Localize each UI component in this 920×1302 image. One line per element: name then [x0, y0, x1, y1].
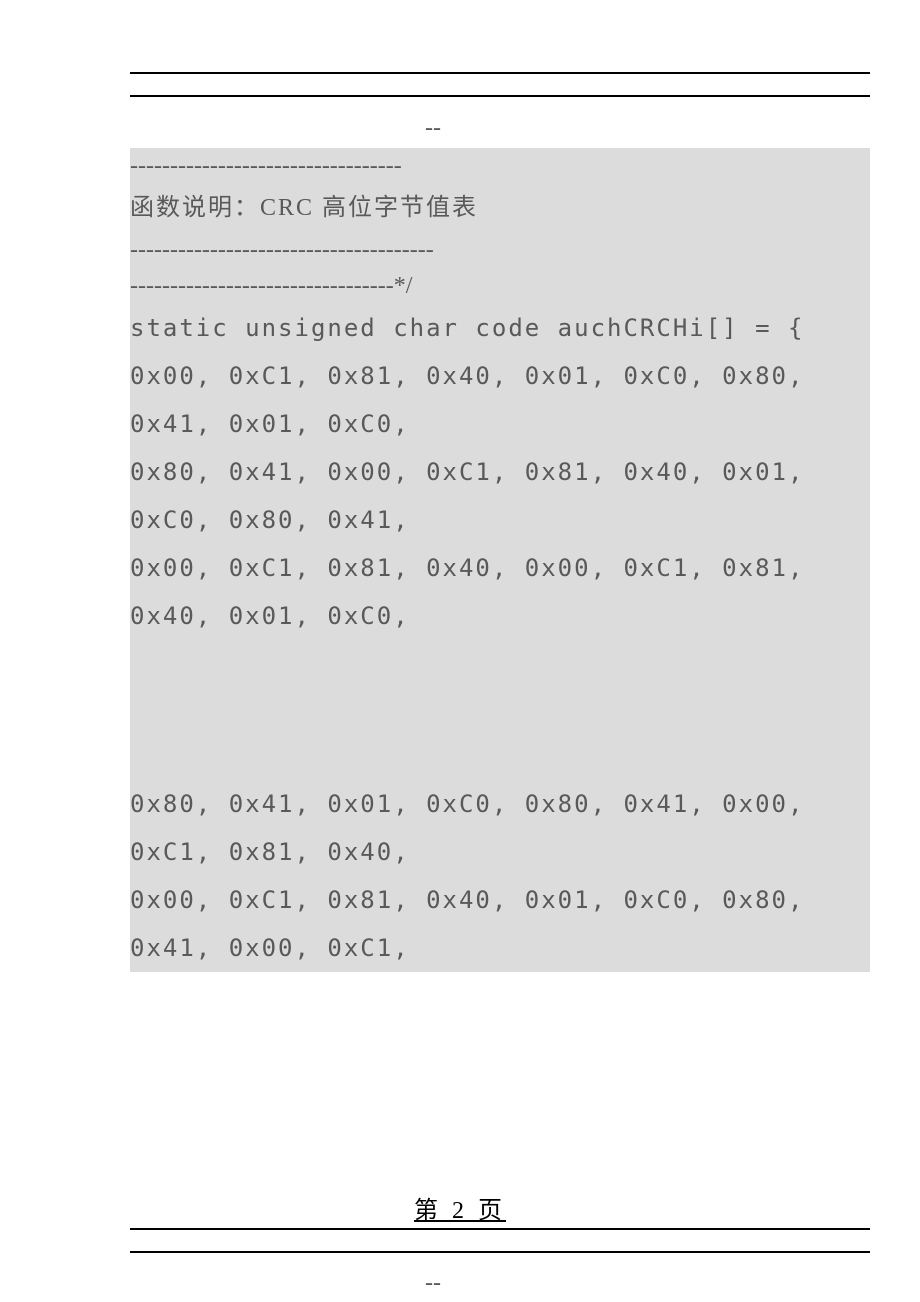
top-rule-2 — [130, 95, 870, 97]
divider-dash-3: ---------------------------------*/ — [130, 268, 870, 304]
top-dash-marker: -- — [425, 115, 441, 142]
code-block-1: ---------------------------------- 函数说明：… — [130, 148, 870, 972]
code-line-3b: 0x40, 0x01, 0xC0, — [130, 592, 870, 640]
code-spacer — [130, 640, 870, 780]
page-number: 第 2 页 — [0, 1190, 920, 1225]
code-line-5a: 0x00, 0xC1, 0x81, 0x40, 0x01, 0xC0, 0x80… — [130, 876, 870, 924]
function-comment: 函数说明：CRC 高位字节值表 — [130, 184, 870, 232]
code-line-4b: 0xC1, 0x81, 0x40, — [130, 828, 870, 876]
bottom-dash-marker: -- — [425, 1270, 441, 1297]
top-rule-1 — [130, 72, 870, 74]
array-declaration: static unsigned char code auchCRCHi[] = … — [130, 304, 870, 352]
code-line-1a: 0x00, 0xC1, 0x81, 0x40, 0x01, 0xC0, 0x80… — [130, 352, 870, 400]
code-line-5b: 0x41, 0x00, 0xC1, — [130, 924, 870, 972]
code-line-3a: 0x00, 0xC1, 0x81, 0x40, 0x00, 0xC1, 0x81… — [130, 544, 870, 592]
bottom-rule-1 — [130, 1228, 870, 1230]
divider-dash-1: ---------------------------------- — [130, 148, 870, 184]
code-content: ---------------------------------- 函数说明：… — [130, 148, 870, 972]
code-line-4a: 0x80, 0x41, 0x01, 0xC0, 0x80, 0x41, 0x00… — [130, 780, 870, 828]
code-line-1b: 0x41, 0x01, 0xC0, — [130, 400, 870, 448]
divider-dash-2: -------------------------------------- — [130, 232, 870, 268]
code-line-2a: 0x80, 0x41, 0x00, 0xC1, 0x81, 0x40, 0x01… — [130, 448, 870, 496]
bottom-rule-2 — [130, 1251, 870, 1253]
code-line-2b: 0xC0, 0x80, 0x41, — [130, 496, 870, 544]
